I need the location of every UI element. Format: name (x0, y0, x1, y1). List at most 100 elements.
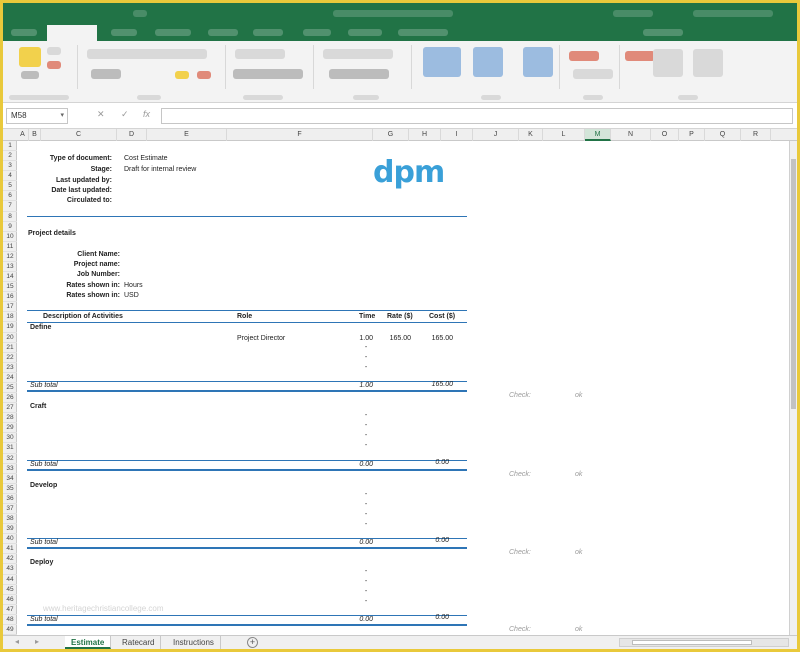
row-header[interactable]: 25 (3, 383, 17, 394)
row-header[interactable]: 33 (3, 464, 17, 474)
row-header[interactable]: 37 (3, 504, 17, 515)
column-header-k[interactable]: K (519, 129, 543, 141)
row-header[interactable]: 10 (3, 232, 17, 242)
row-header[interactable]: 14 (3, 272, 17, 283)
cancel-icon[interactable]: ✕ (97, 109, 105, 120)
sheet-grid[interactable]: Type of document: Cost Estimate Stage: D… (17, 141, 789, 635)
row-header[interactable]: 48 (3, 615, 17, 625)
stage-value[interactable]: Draft for internal review (124, 166, 196, 173)
row-header[interactable]: 29 (3, 423, 17, 434)
row-header[interactable]: 6 (3, 191, 17, 202)
sheet-tab-instructions[interactable]: Instructions (167, 636, 221, 649)
row-header[interactable]: 28 (3, 413, 17, 424)
column-header-a[interactable]: A (17, 129, 29, 141)
column-header-e[interactable]: E (147, 129, 227, 141)
row-header[interactable]: 8 (3, 212, 17, 222)
row-header[interactable]: 40 (3, 534, 17, 545)
row-header[interactable]: 32 (3, 454, 17, 464)
vertical-scrollbar[interactable] (789, 141, 797, 635)
cost-cell[interactable]: 165.00 (423, 335, 453, 342)
rates-currency-value[interactable]: USD (124, 292, 139, 299)
time-cell[interactable]: 1.00 (347, 335, 373, 342)
add-sheet-button[interactable]: + (247, 637, 258, 648)
row-header[interactable]: 39 (3, 524, 17, 535)
role-cell[interactable]: Project Director (237, 335, 285, 342)
column-header-l[interactable]: L (543, 129, 585, 141)
row-header[interactable]: 21 (3, 343, 17, 353)
row-header[interactable]: 11 (3, 242, 17, 252)
formula-input[interactable] (161, 108, 793, 124)
column-header-j[interactable]: J (473, 129, 519, 141)
row-header[interactable]: 7 (3, 201, 17, 212)
row-header[interactable]: 4 (3, 171, 17, 182)
row-header[interactable]: 15 (3, 282, 17, 293)
column-header-r[interactable]: R (741, 129, 771, 141)
column-header-f[interactable]: F (227, 129, 373, 141)
header-cost: Cost ($) (429, 313, 456, 320)
function-icon[interactable]: fx (143, 109, 150, 119)
time-dash: - (364, 568, 368, 575)
column-header-c[interactable]: C (41, 129, 117, 141)
row-header[interactable]: 27 (3, 403, 17, 414)
row-header[interactable]: 34 (3, 474, 17, 484)
row-header[interactable]: 30 (3, 433, 17, 444)
column-header-n[interactable]: N (611, 129, 651, 141)
row-header[interactable]: 2 (3, 151, 17, 162)
row-header[interactable]: 9 (3, 222, 17, 232)
column-header-b[interactable]: B (29, 129, 41, 141)
row-header[interactable]: 22 (3, 353, 17, 363)
section-deploy: Deploy (30, 559, 54, 566)
column-header-o[interactable]: O (651, 129, 679, 141)
row-header[interactable]: 19 (3, 322, 17, 333)
row-header[interactable]: 17 (3, 302, 17, 313)
column-header-m[interactable]: M (585, 129, 611, 141)
name-box[interactable]: M58 ▾ (6, 108, 68, 124)
time-dash: - (364, 511, 368, 518)
sheet-tab-ratecard[interactable]: Ratecard (116, 636, 162, 649)
row-header[interactable]: 44 (3, 575, 17, 585)
row-header[interactable]: 1 (3, 141, 17, 152)
row-header[interactable]: 13 (3, 262, 17, 273)
horizontal-scrollbar[interactable] (619, 638, 789, 647)
column-headers: ABCDEFGHIJKLMNOPQR (3, 129, 797, 141)
tab-prev-icon[interactable]: ◂ (15, 637, 19, 646)
tab-next-icon[interactable]: ▸ (35, 637, 39, 646)
time-dash: - (364, 521, 368, 528)
column-header-q[interactable]: Q (705, 129, 741, 141)
row-header[interactable]: 18 (3, 312, 17, 323)
sheet-tab-estimate[interactable]: Estimate (65, 636, 112, 649)
column-header-i[interactable]: I (441, 129, 473, 141)
last-updated-by-label: Last updated by: (55, 177, 112, 184)
row-header[interactable]: 45 (3, 585, 17, 595)
column-header-h[interactable]: H (409, 129, 441, 141)
row-header[interactable]: 35 (3, 484, 17, 494)
row-header[interactable]: 42 (3, 554, 17, 565)
row-header[interactable]: 5 (3, 181, 17, 192)
date-last-updated-label: Date last updated: (51, 187, 112, 194)
ribbon-tab-active[interactable] (47, 25, 97, 41)
chevron-down-icon[interactable]: ▾ (60, 109, 64, 123)
time-dash: - (364, 501, 368, 508)
row-header[interactable]: 49 (3, 625, 17, 635)
row-header[interactable]: 31 (3, 443, 17, 454)
rates-value[interactable]: Hours (124, 282, 143, 289)
row-header[interactable]: 3 (3, 161, 17, 172)
row-header[interactable]: 16 (3, 292, 17, 303)
column-header-p[interactable]: P (679, 129, 705, 141)
row-header[interactable]: 46 (3, 595, 17, 605)
enter-icon[interactable]: ✓ (121, 109, 129, 120)
rate-cell[interactable]: 165.00 (383, 335, 411, 342)
row-header[interactable]: 20 (3, 333, 17, 343)
row-header[interactable]: 12 (3, 252, 17, 262)
column-header-g[interactable]: G (373, 129, 409, 141)
row-header[interactable]: 36 (3, 494, 17, 504)
row-header[interactable]: 23 (3, 363, 17, 373)
row-header[interactable]: 24 (3, 373, 17, 383)
type-value[interactable]: Cost Estimate (124, 155, 168, 162)
column-header-d[interactable]: D (117, 129, 147, 141)
row-header[interactable]: 47 (3, 605, 17, 615)
row-header[interactable]: 38 (3, 514, 17, 525)
row-header[interactable]: 41 (3, 544, 17, 555)
row-header[interactable]: 43 (3, 564, 17, 575)
row-header[interactable]: 26 (3, 393, 17, 404)
